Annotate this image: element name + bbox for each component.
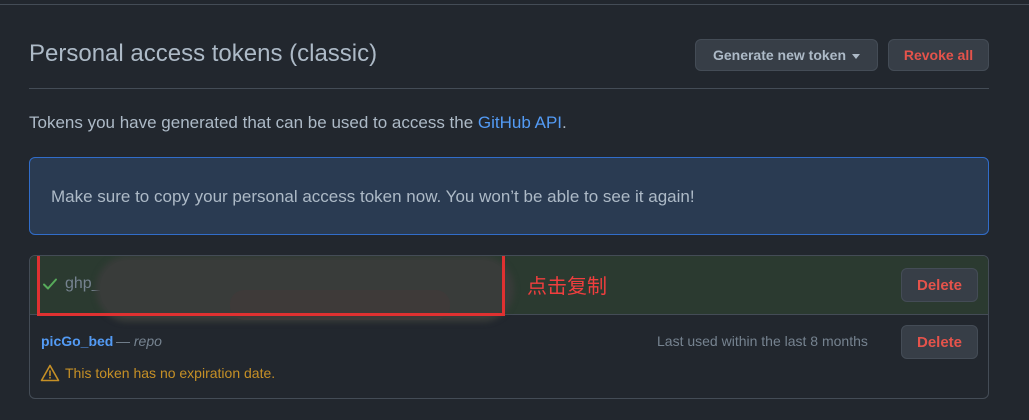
caret-down-icon [852, 53, 861, 59]
token-name-link[interactable]: picGo_bed [41, 333, 113, 349]
click-to-copy-annotation: 点击复制 [527, 274, 607, 298]
last-used-text: Last used within the last 8 months [657, 333, 868, 349]
new-token-row[interactable]: ghp_ 点击复制 Delete [30, 256, 988, 320]
github-api-link[interactable]: GitHub API [478, 113, 562, 132]
tokens-description: Tokens you have generated that can be us… [29, 113, 567, 133]
page-header: Personal access tokens (classic) Generat… [29, 38, 989, 89]
description-text: Tokens you have generated that can be us… [29, 113, 478, 132]
token-row: picGo_bed — repo Last used within the la… [30, 315, 988, 398]
generate-new-token-label: Generate new token [712, 47, 847, 63]
scope-value: repo [133, 333, 162, 349]
annotation-highlight-box [37, 256, 505, 316]
revoke-all-button[interactable]: Revoke all [888, 39, 989, 71]
copy-token-notice: Make sure to copy your personal access t… [29, 157, 989, 235]
expiration-warning: This token has no expiration date. [65, 365, 276, 381]
delete-new-token-button[interactable]: Delete [901, 268, 978, 302]
scope-separator: — [116, 333, 134, 349]
delete-token-button[interactable]: Delete [901, 325, 978, 359]
page-title: Personal access tokens (classic) [29, 40, 378, 67]
top-divider [0, 0, 1029, 5]
alert-triangle-icon [40, 364, 60, 382]
notice-message: Make sure to copy your personal access t… [51, 187, 695, 206]
token-list: ghp_ 点击复制 Delete picGo_bed — repo Last u… [29, 255, 989, 399]
description-suffix: . [562, 113, 567, 132]
generate-new-token-button[interactable]: Generate new token [695, 39, 878, 71]
token-scope: — repo [116, 333, 162, 349]
